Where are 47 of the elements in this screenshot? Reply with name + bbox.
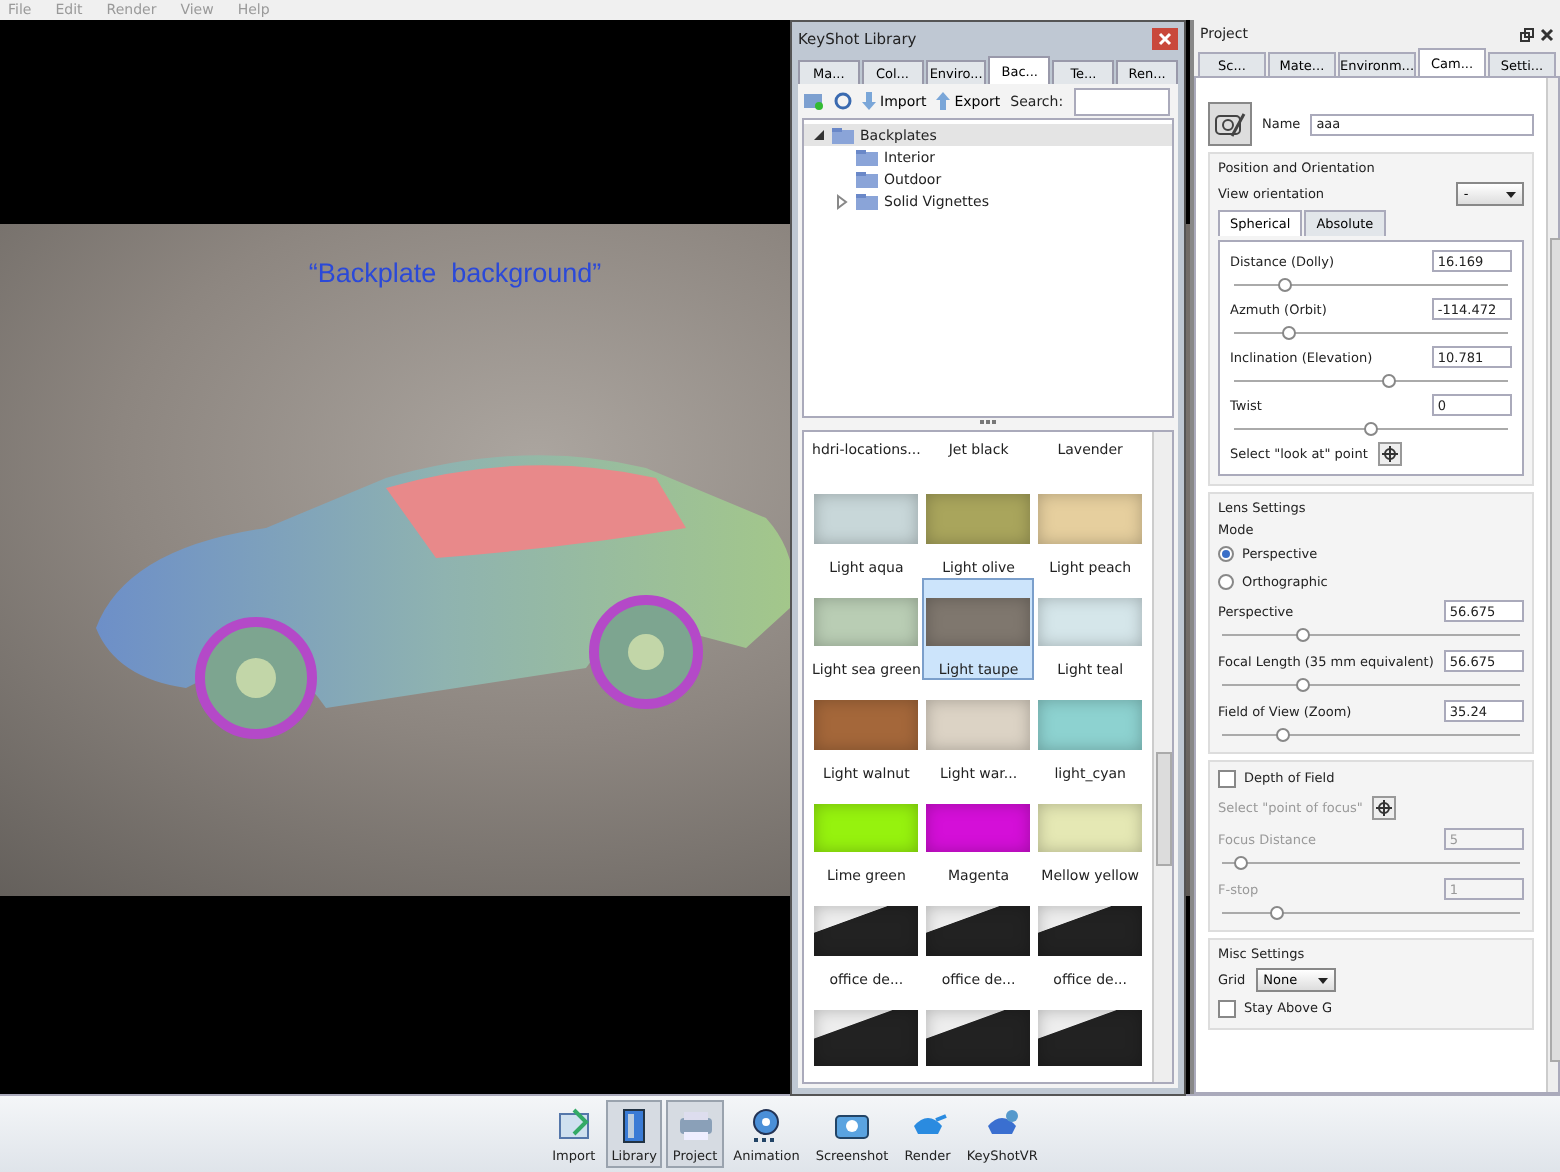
slider-thumb[interactable] [1275,728,1290,742]
checkbox[interactable] [1218,999,1236,1017]
import-icon [553,1105,594,1143]
scrollbar-thumb[interactable] [1156,752,1172,866]
photo-placeholder [814,906,919,955]
search-field[interactable] [1073,87,1170,115]
scrollbar[interactable] [1545,78,1558,1092]
crosshair-icon [1376,800,1393,816]
dropdown-arrow-icon [1317,977,1328,983]
collapse-arrow-icon [812,127,826,143]
photo-placeholder [814,1009,919,1065]
slider-thumb[interactable] [1296,628,1311,642]
point-of-focus-button[interactable] [1372,796,1397,820]
folder-icon [804,92,824,110]
viewport-caption: “Backplate background” [308,258,602,288]
float-icon[interactable] [1520,27,1534,41]
new-folder-button[interactable] [804,92,824,110]
refresh-button[interactable] [834,92,852,110]
scrollbar[interactable] [1152,432,1172,1082]
slider-thumb[interactable] [1364,422,1379,436]
up-arrow-icon [936,92,951,110]
close-icon[interactable] [1540,27,1554,41]
radio-button[interactable] [1218,546,1234,562]
folder-icon [856,149,878,165]
camera-pencil-icon [1214,108,1246,140]
checkbox[interactable] [1218,769,1236,787]
radio-button[interactable] [1218,574,1234,590]
folder-icon [856,171,878,187]
photo-placeholder [926,1009,1031,1065]
crosshair-icon [1381,446,1398,462]
expand-arrow-icon [836,193,850,209]
folder-icon [832,127,854,143]
close-icon [1158,32,1172,46]
close-button[interactable] [1152,28,1178,50]
dropdown-arrow-icon [1505,191,1516,197]
photo-placeholder [1038,906,1143,955]
slider-thumb[interactable] [1296,678,1311,692]
slider-thumb[interactable] [1282,326,1297,340]
refresh-icon [834,92,852,110]
camera-edit-button[interactable] [1208,102,1252,146]
photo-placeholder [926,906,1031,955]
look-at-button[interactable] [1377,442,1402,466]
folder-icon [856,193,878,209]
down-arrow-icon [862,92,876,110]
photo-placeholder [1038,1009,1143,1065]
slider-thumb[interactable] [1381,374,1396,388]
slider-thumb[interactable] [1277,278,1292,292]
